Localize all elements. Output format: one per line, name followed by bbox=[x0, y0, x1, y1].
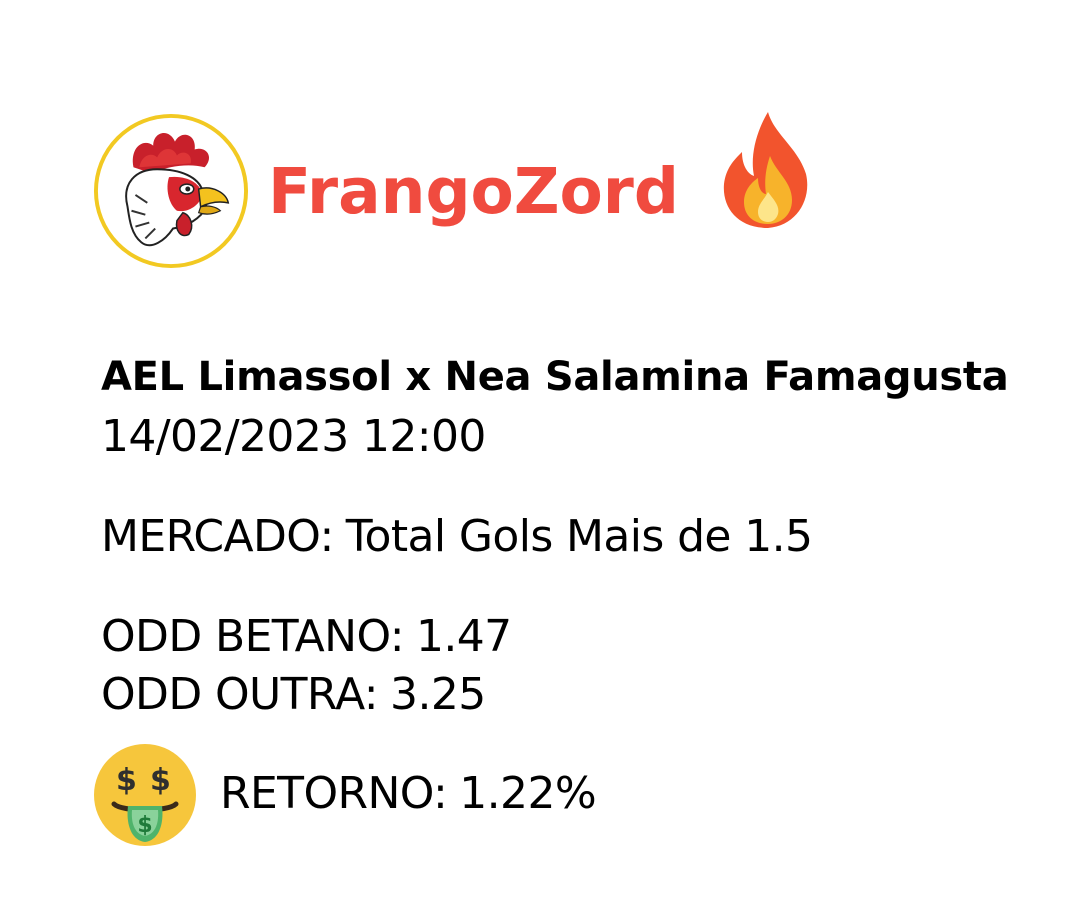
market-value: Total Gols Mais de 1.5 bbox=[345, 511, 813, 562]
svg-text:$: $ bbox=[150, 763, 171, 798]
match-datetime: 14/02/2023 12:00 bbox=[101, 411, 486, 462]
match-title: AEL Limassol x Nea Salamina Famagusta bbox=[101, 354, 1009, 400]
svg-text:$: $ bbox=[137, 813, 152, 838]
money-mouth-face-icon: $ $ $ bbox=[94, 744, 196, 846]
odd-betano-line: ODD BETANO: 1.47 bbox=[101, 610, 512, 664]
odd-outra-label: ODD OUTRA: bbox=[101, 669, 379, 720]
retorno-value: 1.22% bbox=[459, 768, 597, 819]
market-line: MERCADO: Total Gols Mais de 1.5 bbox=[101, 510, 813, 564]
market-label: MERCADO: bbox=[101, 511, 334, 562]
odd-outra-line: ODD OUTRA: 3.25 bbox=[101, 668, 486, 722]
brand-header: FrangoZord bbox=[92, 108, 852, 274]
brand-name: FrangoZord bbox=[268, 155, 679, 228]
rooster-logo-icon bbox=[93, 113, 249, 269]
fire-icon bbox=[723, 112, 808, 228]
svg-text:$: $ bbox=[116, 763, 137, 798]
retorno-text: RETORNO: 1.22% bbox=[220, 767, 597, 821]
odd-betano-value: 1.47 bbox=[415, 611, 512, 662]
odd-betano-label: ODD BETANO: bbox=[101, 611, 405, 662]
odd-outra-value: 3.25 bbox=[390, 669, 486, 720]
retorno-label: RETORNO: bbox=[220, 768, 448, 819]
